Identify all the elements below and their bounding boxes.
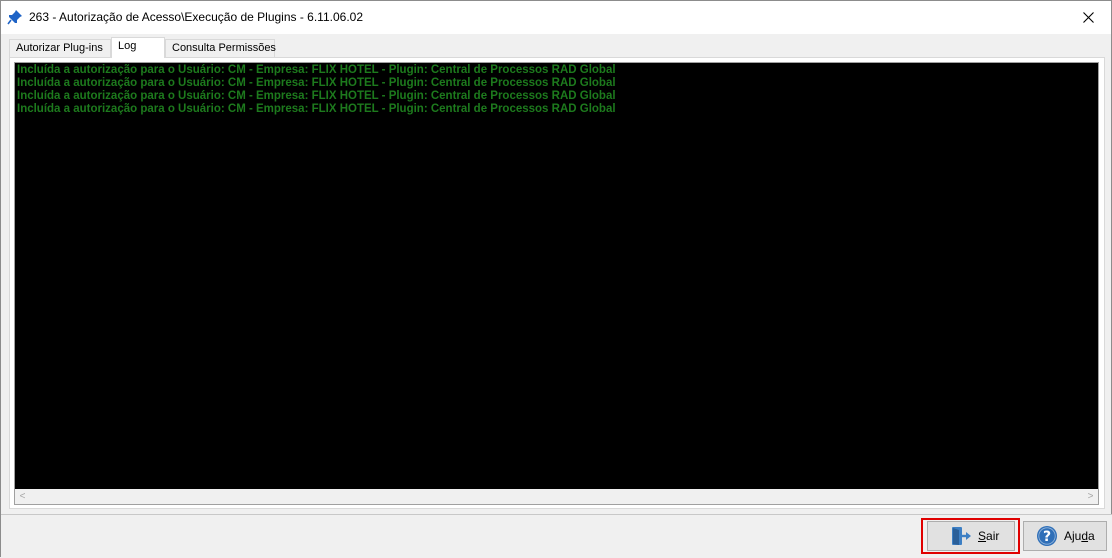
sair-highlight-box: [921, 518, 1020, 554]
tab-consulta-permissoes[interactable]: Consulta Permissões: [165, 39, 276, 57]
help-icon: ?: [1037, 526, 1057, 546]
horizontal-scrollbar[interactable]: < >: [15, 489, 1098, 504]
window-title: 263 - Autorização de Acesso\Execução de …: [29, 10, 363, 24]
ajuda-label: Ajuda: [1064, 529, 1095, 543]
title-bar: 263 - Autorização de Acesso\Execução de …: [1, 1, 1111, 34]
tab-log[interactable]: Log: [111, 37, 165, 58]
log-memo[interactable]: Incluída a autorização para o Usuário: C…: [14, 62, 1099, 505]
log-tab-panel: Incluída a autorização para o Usuário: C…: [9, 57, 1105, 509]
log-text-area[interactable]: Incluída a autorização para o Usuário: C…: [15, 63, 1098, 489]
log-line: Incluída a autorização para o Usuário: C…: [17, 103, 616, 115]
tab-bar: Autorizar Plug-ins Log Consulta Permissõ…: [9, 37, 1105, 58]
pushpin-icon: [7, 10, 22, 25]
scroll-right-arrow-icon[interactable]: >: [1083, 489, 1098, 504]
log-line: Incluída a autorização para o Usuário: C…: [17, 90, 616, 102]
ajuda-label-a: Aju: [1064, 529, 1082, 543]
scroll-left-arrow-icon[interactable]: <: [15, 489, 30, 504]
close-button[interactable]: [1065, 1, 1111, 34]
footer-bar: Sair ? Ajuda: [1, 514, 1112, 558]
log-line: Incluída a autorização para o Usuário: C…: [17, 64, 616, 76]
main-window: 263 - Autorização de Acesso\Execução de …: [0, 0, 1112, 558]
log-line: Incluída a autorização para o Usuário: C…: [17, 77, 616, 89]
ajuda-button[interactable]: ? Ajuda: [1023, 521, 1107, 551]
ajuda-label-b: a: [1088, 529, 1095, 543]
svg-text:?: ?: [1043, 529, 1051, 545]
close-icon: [1082, 12, 1094, 23]
tab-autorizar-plugins[interactable]: Autorizar Plug-ins: [9, 39, 111, 57]
